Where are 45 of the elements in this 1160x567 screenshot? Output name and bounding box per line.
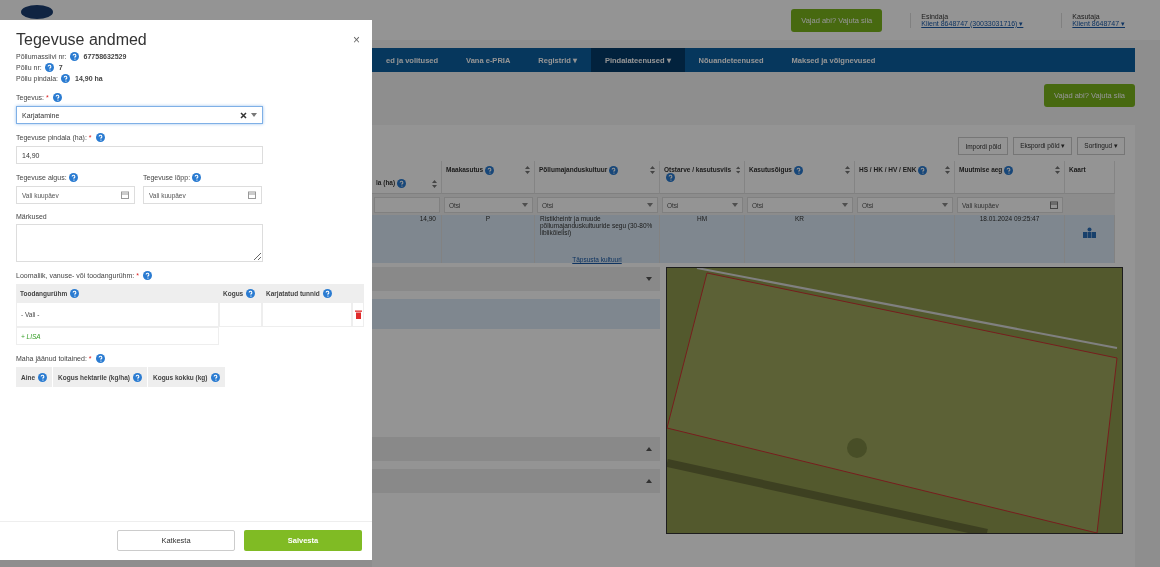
sort-icon[interactable] [945, 166, 950, 174]
calendar-icon [121, 191, 129, 199]
help-icon [95, 354, 105, 363]
help-icon [666, 173, 675, 182]
help-icon [70, 288, 80, 298]
help-icon [132, 372, 142, 382]
calendar-icon [248, 191, 256, 199]
sort-icon[interactable] [1055, 166, 1060, 174]
help-icon [61, 74, 71, 83]
sort-icon[interactable] [735, 166, 740, 174]
caret-icon [842, 203, 848, 207]
help-icon [95, 133, 105, 142]
caret-icon [522, 203, 528, 207]
sort-icon[interactable] [525, 166, 530, 174]
trash-icon[interactable] [354, 310, 362, 319]
help-icon [38, 372, 48, 382]
help-icon [609, 166, 619, 175]
help-icon [52, 93, 62, 102]
close-button[interactable]: × [353, 33, 360, 47]
notes-field[interactable] [16, 224, 263, 262]
help-icon [397, 179, 407, 188]
caret-icon [647, 203, 653, 207]
map-icon[interactable] [1083, 227, 1096, 238]
caret-icon [942, 203, 948, 207]
help-icon [68, 173, 78, 182]
help-icon [210, 372, 220, 382]
sort-icon[interactable] [432, 180, 437, 188]
help-icon [1004, 166, 1014, 175]
sort-icon[interactable] [650, 166, 655, 174]
help-icon [322, 288, 332, 298]
caret-icon [732, 203, 738, 207]
help-icon [44, 63, 54, 72]
clear-icon[interactable] [240, 111, 247, 119]
help-icon [918, 166, 928, 175]
calendar-icon [1050, 201, 1058, 209]
help-icon [143, 271, 153, 280]
help-icon [246, 288, 256, 298]
dialog-title: Tegevuse andmed [16, 31, 147, 49]
logo-icon [20, 4, 54, 20]
help-icon [794, 166, 803, 175]
caret-icon [251, 113, 257, 117]
help-icon [485, 166, 495, 175]
help-icon [69, 52, 79, 61]
sort-icon[interactable] [845, 166, 850, 174]
help-icon [192, 173, 202, 182]
